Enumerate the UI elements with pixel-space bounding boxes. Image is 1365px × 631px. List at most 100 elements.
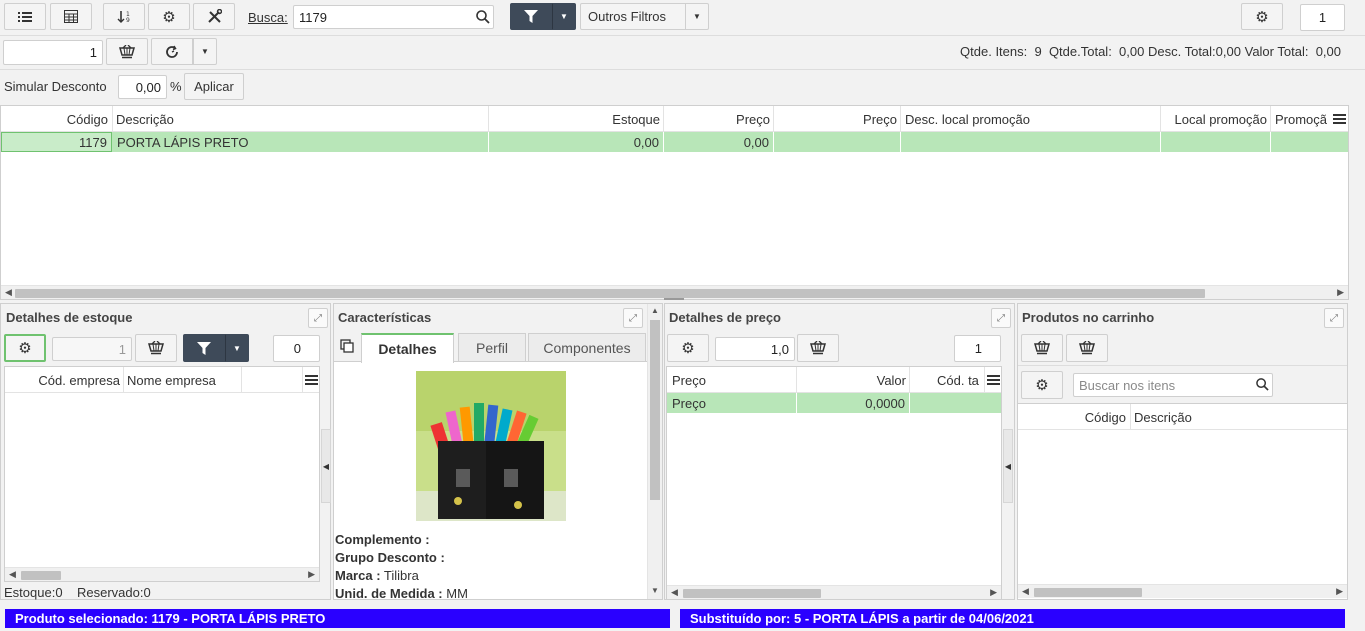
discount-input[interactable]: 0,00	[118, 75, 167, 99]
scroll-thumb[interactable]	[21, 571, 61, 580]
cart-icon	[119, 44, 135, 58]
column-menu-button[interactable]	[985, 372, 1001, 388]
price-count-value: 1	[974, 341, 982, 356]
scroll-thumb[interactable]	[15, 289, 1205, 298]
tab-perfil[interactable]: Perfil	[458, 333, 526, 362]
scroll-left-icon[interactable]: ◀	[9, 569, 16, 580]
col-divider	[909, 367, 910, 393]
header-descricao[interactable]: Descrição	[116, 112, 476, 127]
tools-button[interactable]	[193, 3, 235, 30]
cart-settings-button[interactable]: ⚙	[1021, 371, 1063, 399]
scroll-left-icon[interactable]: ◀	[5, 287, 12, 298]
stock-count-box[interactable]: 0	[273, 335, 320, 362]
refresh-dropdown[interactable]: ▼	[193, 38, 217, 65]
search-icon[interactable]	[476, 10, 490, 24]
scroll-right-icon[interactable]: ▶	[1337, 287, 1344, 298]
scroll-thumb[interactable]	[650, 320, 660, 500]
expand-button[interactable]: ⤢	[308, 308, 328, 328]
scroll-down-icon[interactable]: ▼	[651, 586, 659, 595]
scroll-left-icon[interactable]: ◀	[671, 587, 678, 598]
grid-view-button[interactable]	[50, 3, 92, 30]
search-input[interactable]: 1179	[293, 5, 494, 29]
cart-icon	[810, 341, 826, 355]
settings-button[interactable]: ⚙	[148, 3, 190, 30]
cart-horizontal-scrollbar[interactable]: ◀ ▶	[1018, 584, 1347, 598]
scroll-right-icon[interactable]: ▶	[1336, 586, 1343, 597]
stock-qty-input[interactable]: 1	[52, 337, 132, 361]
col-divider	[1270, 106, 1271, 132]
collapse-handle[interactable]: ◀	[1003, 429, 1013, 503]
collapse-handle[interactable]: ◀	[321, 429, 331, 503]
stock-horizontal-scrollbar[interactable]: ◀ ▶	[5, 567, 319, 581]
header-estoque[interactable]: Estoque	[489, 112, 660, 127]
tab-componentes-label: Componentes	[543, 339, 631, 356]
stock-settings-button[interactable]: ⚙	[4, 334, 46, 362]
splitter-handle[interactable]	[664, 298, 684, 300]
cart-search-input[interactable]: Buscar nos itens	[1073, 373, 1273, 397]
price-count-box[interactable]: 1	[954, 335, 1001, 362]
price-horizontal-scrollbar[interactable]: ◀ ▶	[667, 585, 1001, 599]
features-vertical-scrollbar[interactable]: ▲ ▼	[647, 304, 662, 599]
copy-icon[interactable]	[340, 339, 354, 353]
stock-filter-button[interactable]	[183, 334, 225, 362]
search-icon[interactable]	[1256, 378, 1269, 391]
stock-filter-dropdown[interactable]: ▼	[225, 334, 249, 362]
expand-button[interactable]: ⤢	[623, 308, 643, 328]
price-cart-button[interactable]	[797, 334, 839, 362]
expand-button[interactable]: ⤢	[991, 308, 1011, 328]
cart-remove-button[interactable]	[1066, 334, 1108, 362]
header-codigo[interactable]: Código	[1, 112, 108, 127]
header-valor[interactable]: Valor	[797, 373, 906, 388]
header-promocao[interactable]: Promoçã	[1275, 112, 1329, 127]
valor-value: 0,00	[1315, 44, 1341, 59]
cart-icon	[148, 341, 164, 355]
cart-add-button[interactable]	[1021, 334, 1063, 362]
sort-button[interactable]: 19	[103, 3, 145, 30]
filter-dropdown-button[interactable]: ▼	[552, 3, 576, 30]
header-desc-local-promocao[interactable]: Desc. local promoção	[905, 112, 1155, 127]
price-qty-input[interactable]: 1,0	[715, 337, 795, 361]
filter-button[interactable]	[510, 3, 552, 30]
page-number-box[interactable]: 1	[1300, 4, 1345, 31]
header-cod-empresa[interactable]: Cód. empresa	[5, 373, 120, 388]
add-to-cart-button[interactable]	[106, 38, 148, 65]
main-horizontal-scrollbar[interactable]: ◀ ▶	[1, 285, 1348, 299]
table-row[interactable]: 1179 PORTA LÁPIS PRETO 0,00 0,00	[1, 132, 1348, 152]
header-nome-empresa[interactable]: Nome empresa	[127, 373, 242, 388]
apply-button[interactable]: Aplicar	[184, 73, 244, 100]
search-value: 1179	[299, 9, 327, 25]
other-filters-dropdown[interactable]: ▼	[685, 3, 709, 30]
scroll-left-icon[interactable]: ◀	[1022, 586, 1029, 597]
expand-icon: ⤢	[314, 312, 322, 324]
scroll-thumb[interactable]	[1034, 588, 1142, 597]
expand-button[interactable]: ⤢	[1324, 308, 1344, 328]
header-codigo[interactable]: Código	[1018, 410, 1126, 425]
scroll-right-icon[interactable]: ▶	[990, 587, 997, 598]
header-descricao[interactable]: Descrição	[1134, 410, 1284, 425]
stock-table: Cód. empresa Nome empresa ◀ ▶	[4, 366, 320, 582]
list-view-button[interactable]	[4, 3, 46, 30]
main-table: Código Descrição Estoque Preço Preço Des…	[0, 105, 1349, 300]
tab-detalhes[interactable]: Detalhes	[361, 333, 454, 363]
other-filters-button[interactable]: Outros Filtros	[580, 3, 686, 30]
tab-componentes[interactable]: Componentes	[528, 333, 646, 362]
quantity-value: 1	[89, 45, 97, 60]
quantity-input[interactable]: 1	[3, 40, 103, 65]
header-cod-tabela[interactable]: Cód. ta	[937, 373, 984, 388]
caret-down-icon: ▼	[560, 12, 568, 21]
top-settings-button[interactable]: ⚙	[1241, 3, 1283, 30]
price-settings-button[interactable]: ⚙	[667, 334, 709, 362]
header-preco[interactable]: Preço	[672, 373, 792, 388]
col-divider	[488, 106, 489, 132]
column-menu-button[interactable]	[1331, 111, 1347, 127]
column-menu-button[interactable]	[303, 372, 319, 388]
refresh-button[interactable]	[151, 38, 193, 65]
scroll-right-icon[interactable]: ▶	[308, 569, 315, 580]
header-local-promocao[interactable]: Local promoção	[1161, 112, 1268, 127]
scroll-up-icon[interactable]: ▲	[651, 306, 659, 315]
header-preco-2[interactable]: Preço	[774, 112, 897, 127]
header-preco[interactable]: Preço	[664, 112, 770, 127]
stock-cart-button[interactable]	[135, 334, 177, 362]
table-row[interactable]: Preço 0,0000	[667, 393, 1001, 413]
scroll-thumb[interactable]	[683, 589, 821, 598]
